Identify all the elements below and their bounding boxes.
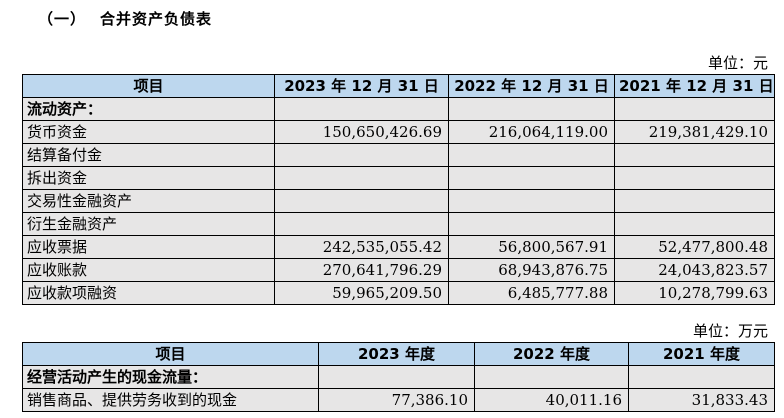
- cell-value: 24,043,823.57: [614, 258, 775, 282]
- cell-value: [448, 97, 615, 121]
- cell-value: [614, 166, 775, 190]
- cell-value: 52,477,800.48: [614, 235, 775, 259]
- column-header: 2023 年 12 月 31 日: [274, 74, 449, 98]
- cell-value: [614, 143, 775, 167]
- row-label: 货币资金: [22, 120, 275, 144]
- cell-value: [274, 212, 449, 236]
- table-row: 经营活动产生的现金流量：: [22, 365, 775, 389]
- table-row: 衍生金融资产: [22, 212, 775, 236]
- row-label: 流动资产：: [22, 97, 275, 121]
- cell-value: [274, 189, 449, 213]
- cell-value: 68,943,876.75: [448, 258, 615, 282]
- section-heading: （一） 合并资产负债表: [38, 8, 212, 29]
- cell-value: [274, 143, 449, 167]
- cell-value: 219,381,429.10: [614, 120, 775, 144]
- cell-value: 270,641,796.29: [274, 258, 449, 282]
- section-title: 合并资产负债表: [100, 10, 213, 28]
- cell-value: [614, 189, 775, 213]
- row-label: 经营活动产生的现金流量：: [22, 365, 319, 389]
- cell-value: [614, 97, 775, 121]
- table-row: 结算备付金: [22, 143, 775, 167]
- row-label: 应收账款: [22, 258, 275, 282]
- balance-sheet-table: 项目 2023 年 12 月 31 日 2022 年 12 月 31 日 202…: [22, 74, 775, 305]
- column-header: 2022 年度: [474, 342, 629, 366]
- column-header: 2023 年度: [318, 342, 475, 366]
- table-row: 应收款项融资 59,965,209.50 6,485,777.88 10,278…: [22, 281, 775, 305]
- cell-value: [614, 212, 775, 236]
- column-header: 2022 年 12 月 31 日: [448, 74, 615, 98]
- column-header: 项目: [22, 342, 319, 366]
- cell-value: [274, 166, 449, 190]
- row-label: 衍生金融资产: [22, 212, 275, 236]
- cell-value: [628, 365, 775, 389]
- table-row: 拆出资金: [22, 166, 775, 190]
- balance-sheet-unit: 单位：元: [707, 54, 768, 72]
- cell-value: 242,535,055.42: [274, 235, 449, 259]
- row-label: 交易性金融资产: [22, 189, 275, 213]
- cell-value: [274, 97, 449, 121]
- cell-value: 150,650,426.69: [274, 120, 449, 144]
- cell-value: 40,011.16: [474, 388, 629, 412]
- section-number: （一）: [38, 10, 87, 28]
- cash-flow-unit: 单位：万元: [692, 322, 768, 340]
- table-header-row: 项目 2023 年度 2022 年度 2021 年度: [22, 342, 775, 366]
- table-row: 应收票据 242,535,055.42 56,800,567.91 52,477…: [22, 235, 775, 259]
- cell-value: 59,965,209.50: [274, 281, 449, 305]
- cell-value: 6,485,777.88: [448, 281, 615, 305]
- cell-value: 216,064,119.00: [448, 120, 615, 144]
- cell-value: [448, 143, 615, 167]
- cell-value: 10,278,799.63: [614, 281, 775, 305]
- table-row: 应收账款 270,641,796.29 68,943,876.75 24,043…: [22, 258, 775, 282]
- table-row: 交易性金融资产: [22, 189, 775, 213]
- cell-value: 77,386.10: [318, 388, 475, 412]
- column-header: 2021 年 12 月 31 日: [614, 74, 775, 98]
- table-row: 销售商品、提供劳务收到的现金 77,386.10 40,011.16 31,83…: [22, 388, 775, 412]
- cell-value: [318, 365, 475, 389]
- row-label: 结算备付金: [22, 143, 275, 167]
- column-header: 项目: [22, 74, 275, 98]
- table-row: 货币资金 150,650,426.69 216,064,119.00 219,3…: [22, 120, 775, 144]
- cell-value: [474, 365, 629, 389]
- table-row: 流动资产：: [22, 97, 775, 121]
- row-label: 应收款项融资: [22, 281, 275, 305]
- column-header: 2021 年度: [628, 342, 775, 366]
- row-label: 拆出资金: [22, 166, 275, 190]
- cell-value: 56,800,567.91: [448, 235, 615, 259]
- cell-value: [448, 212, 615, 236]
- row-label: 应收票据: [22, 235, 275, 259]
- cell-value: 31,833.43: [628, 388, 775, 412]
- cash-flow-table: 项目 2023 年度 2022 年度 2021 年度 经营活动产生的现金流量： …: [22, 342, 775, 412]
- table-header-row: 项目 2023 年 12 月 31 日 2022 年 12 月 31 日 202…: [22, 74, 775, 98]
- cell-value: [448, 189, 615, 213]
- row-label: 销售商品、提供劳务收到的现金: [22, 388, 319, 412]
- cell-value: [448, 166, 615, 190]
